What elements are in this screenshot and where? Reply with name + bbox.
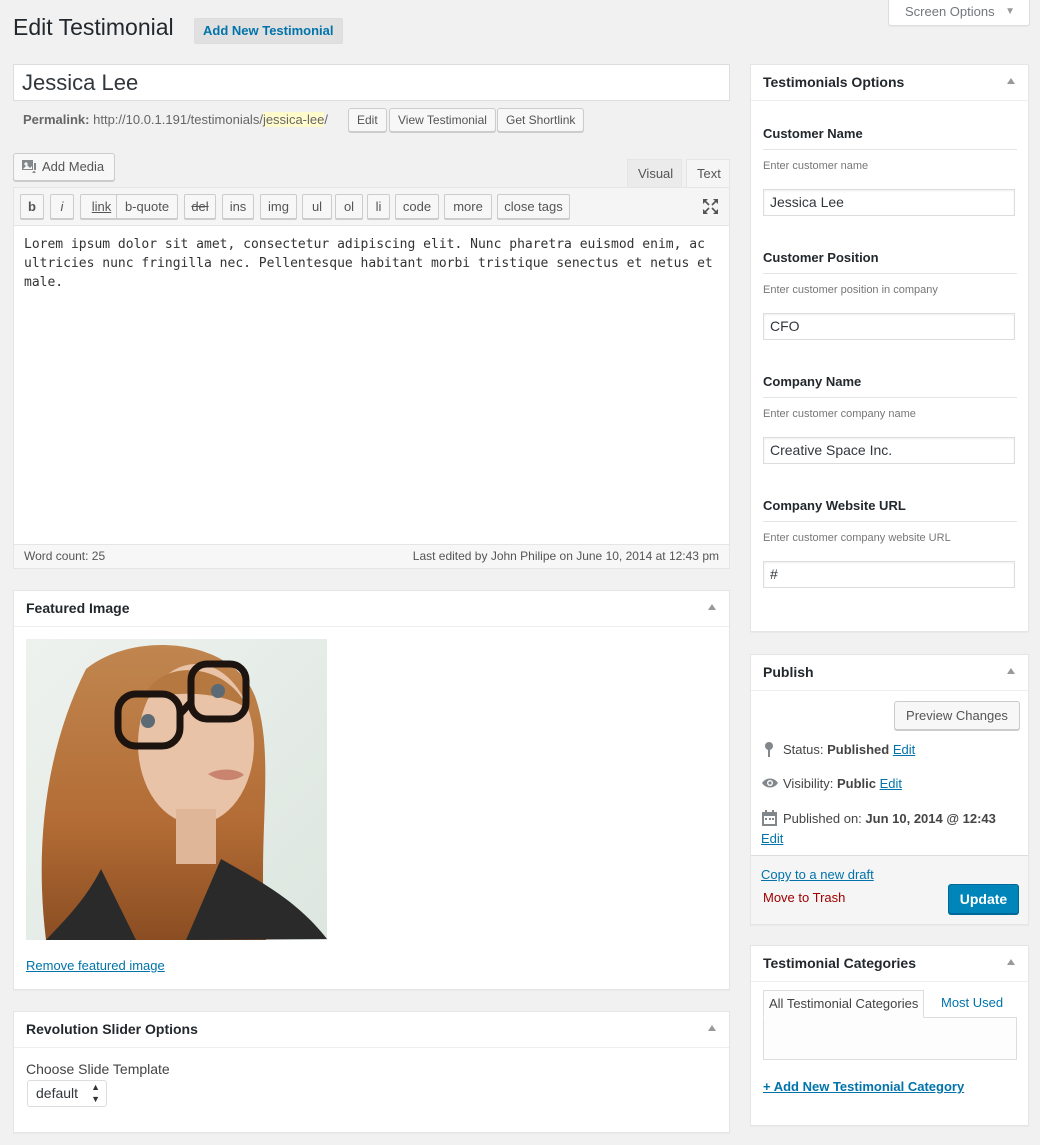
toggle-arrow-icon[interactable] [708, 1025, 716, 1031]
customer-name-input[interactable]: Jessica Lee [763, 189, 1015, 216]
tab-all-categories[interactable]: All Testimonial Categories [763, 990, 925, 1018]
editor: b i link b-quote del ins img ul ol li co… [13, 187, 730, 569]
published-label: Published on: [783, 811, 862, 826]
customer-position-help: Enter customer position in company [763, 284, 938, 296]
customer-position-label: Customer Position [763, 250, 879, 265]
divider [763, 397, 1017, 398]
testimonials-options-title: Testimonials Options [751, 65, 1028, 101]
select-arrows-icon: ▲ ▼ [91, 1082, 100, 1104]
update-button[interactable]: Update [948, 884, 1019, 914]
qt-li-button[interactable]: li [367, 194, 390, 219]
qt-ol-button[interactable]: ol [335, 194, 363, 219]
page-title: Edit Testimonial [13, 14, 174, 40]
company-name-label: Company Name [763, 374, 862, 389]
visibility-label: Visibility: [783, 776, 834, 791]
customer-position-input[interactable]: CFO [763, 313, 1015, 340]
permalink-slug[interactable]: jessica-lee [262, 112, 325, 127]
permalink-base: http://10.0.1.191/testimonials/ [93, 112, 263, 127]
edit-permalink-button[interactable]: Edit [348, 108, 387, 132]
permalink: Permalink: http://10.0.1.191/testimonial… [23, 112, 328, 128]
qt-italic-button[interactable]: i [50, 194, 74, 219]
tab-visual[interactable]: Visual [627, 159, 682, 188]
company-name-help: Enter customer company name [763, 408, 916, 420]
customer-name-label: Customer Name [763, 126, 863, 141]
qt-img-button[interactable]: img [260, 194, 297, 219]
qt-more-button[interactable]: more [444, 194, 492, 219]
edit-date-link[interactable]: Edit [761, 831, 783, 846]
divider [763, 273, 1017, 274]
screen-options-button[interactable]: Screen Options ▼ [888, 0, 1030, 26]
company-website-label: Company Website URL [763, 498, 906, 513]
slide-template-label: Choose Slide Template [26, 1061, 170, 1077]
copy-to-draft-link[interactable]: Copy to a new draft [761, 867, 874, 882]
slide-template-value: default [36, 1085, 79, 1101]
toggle-arrow-icon[interactable] [1007, 78, 1015, 84]
eye-icon [762, 778, 778, 788]
testimonials-options-box: Testimonials Options Customer Name Enter… [750, 64, 1029, 632]
word-count: Word count: 25 [24, 549, 106, 563]
permalink-trailing: / [324, 112, 328, 127]
featured-image-title: Featured Image [14, 591, 729, 627]
edit-status-link[interactable]: Edit [893, 742, 915, 757]
featured-image[interactable] [26, 639, 327, 940]
qt-del-button[interactable]: del [184, 194, 216, 219]
revolution-slider-box: Revolution Slider Options Choose Slide T… [13, 1011, 730, 1133]
company-website-help: Enter customer company website URL [763, 532, 951, 544]
qt-ins-button[interactable]: ins [222, 194, 254, 219]
add-new-testimonial-button[interactable]: Add New Testimonial [194, 18, 343, 44]
divider [763, 149, 1017, 150]
add-media-button[interactable]: Add Media [13, 153, 116, 181]
quicktags-toolbar: b i link b-quote del ins img ul ol li co… [14, 188, 729, 226]
last-edited: Last edited by John Philipe on June 10, … [412, 549, 719, 563]
company-website-input[interactable]: # [763, 561, 1015, 588]
company-name-input[interactable]: Creative Space Inc. [763, 437, 1015, 464]
qt-code-button[interactable]: code [395, 194, 439, 219]
visibility-row: Visibility: Public Edit [761, 775, 902, 791]
post-title-input[interactable]: Jessica Lee [13, 64, 730, 101]
remove-featured-image-link[interactable]: Remove featured image [26, 958, 165, 973]
published-on-row: Published on: Jun 10, 2014 @ 12:43 Edit [761, 809, 1021, 849]
toggle-arrow-icon[interactable] [1007, 668, 1015, 674]
testimonial-categories-box: Testimonial Categories All Testimonial C… [750, 945, 1029, 1126]
publish-actions: Copy to a new draft Move to Trash Update [751, 855, 1028, 924]
caret-down-icon: ▼ [1005, 6, 1015, 17]
divider [763, 521, 1017, 522]
preview-changes-button[interactable]: Preview Changes [894, 701, 1020, 730]
calendar-icon [762, 810, 777, 826]
status-value: Published [827, 742, 890, 757]
toggle-arrow-icon[interactable] [708, 604, 716, 610]
categories-list[interactable] [763, 1017, 1017, 1060]
qt-ul-button[interactable]: ul [302, 194, 332, 219]
visibility-value: Public [836, 776, 876, 791]
toggle-arrow-icon[interactable] [1007, 959, 1015, 965]
qt-close-tags-button[interactable]: close tags [497, 194, 570, 219]
screen-options-label: Screen Options [905, 4, 995, 19]
pin-icon [765, 742, 773, 757]
slide-template-select[interactable]: default ▲ ▼ [27, 1080, 107, 1107]
status-row: Status: Published Edit [761, 741, 915, 757]
qt-bquote-button[interactable]: b-quote [116, 194, 178, 219]
media-icon [22, 160, 36, 173]
published-value: Jun 10, 2014 @ 12:43 [865, 811, 996, 826]
status-label: Status: [783, 742, 824, 757]
publish-box: Publish Preview Changes Status: Publishe… [750, 654, 1029, 925]
add-new-category-link[interactable]: + Add New Testimonial Category [763, 1079, 964, 1094]
qt-bold-button[interactable]: b [20, 194, 44, 219]
add-media-label: Add Media [42, 159, 105, 174]
tab-text[interactable]: Text [686, 159, 730, 189]
editor-status-bar: Word count: 25 Last edited by John Phili… [14, 544, 729, 568]
view-testimonial-button[interactable]: View Testimonial [389, 108, 496, 132]
move-to-trash-link[interactable]: Move to Trash [763, 890, 845, 905]
editor-textarea[interactable]: Lorem ipsum dolor sit amet, consectetur … [24, 235, 724, 292]
get-shortlink-button[interactable]: Get Shortlink [497, 108, 585, 132]
publish-title: Publish [751, 655, 1028, 691]
revolution-slider-title: Revolution Slider Options [14, 1012, 729, 1048]
permalink-label: Permalink: [23, 112, 90, 127]
featured-image-box: Featured Image Remove featured image [13, 590, 730, 990]
fullscreen-icon[interactable] [702, 198, 719, 215]
edit-visibility-link[interactable]: Edit [880, 776, 902, 791]
testimonial-categories-title: Testimonial Categories [751, 946, 1028, 982]
customer-name-help: Enter customer name [763, 160, 869, 172]
tab-most-used[interactable]: Most Used [941, 990, 1003, 1018]
